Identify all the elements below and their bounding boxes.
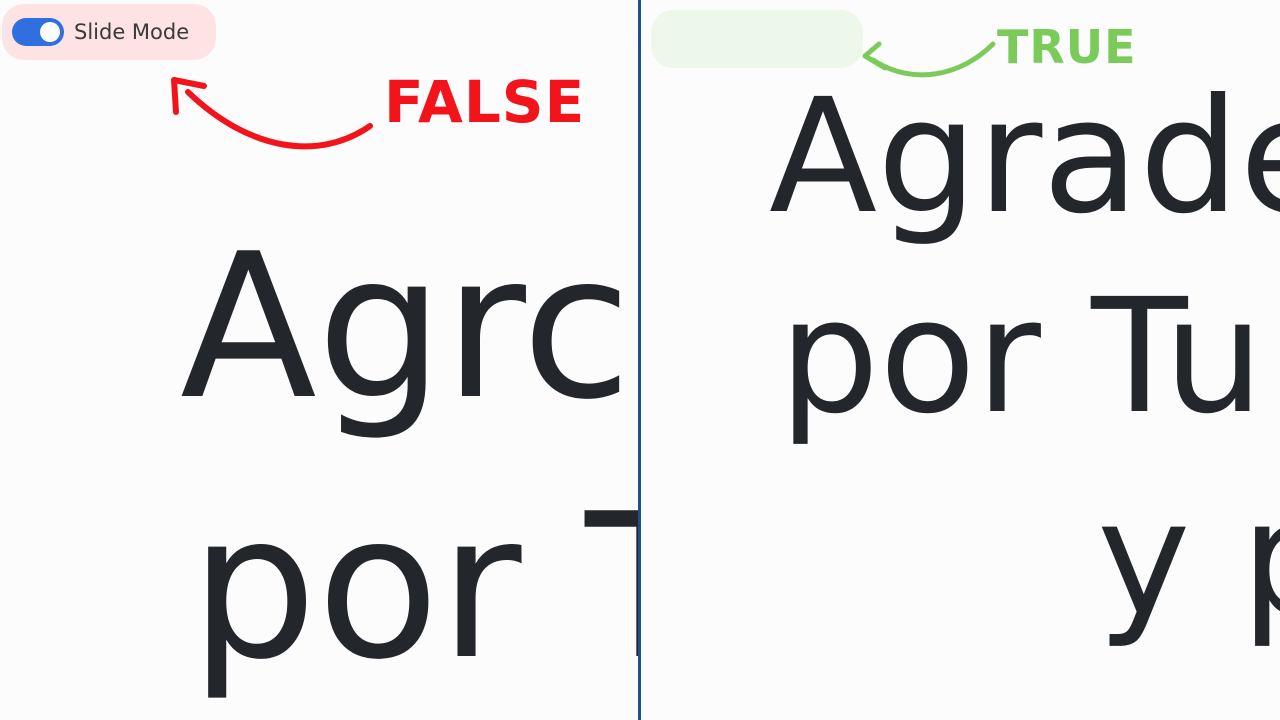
slide-text-line-1: Agrade xyxy=(769,65,1280,249)
slide-text-line-2: por T xyxy=(190,471,638,704)
comparison-screen: Slide Mode FALSE Agrc por T TRUE Agrade … xyxy=(0,0,1280,720)
slide-text-line-2: por Tu xyxy=(779,265,1264,449)
false-annotation: FALSE xyxy=(384,68,586,136)
slide-text-line-3: y p xyxy=(1097,467,1280,651)
true-panel: TRUE Agrade por Tu y p xyxy=(641,0,1280,720)
false-panel: Slide Mode FALSE Agrc por T xyxy=(0,0,638,720)
slide-text-line-1: Agrc xyxy=(180,211,632,444)
